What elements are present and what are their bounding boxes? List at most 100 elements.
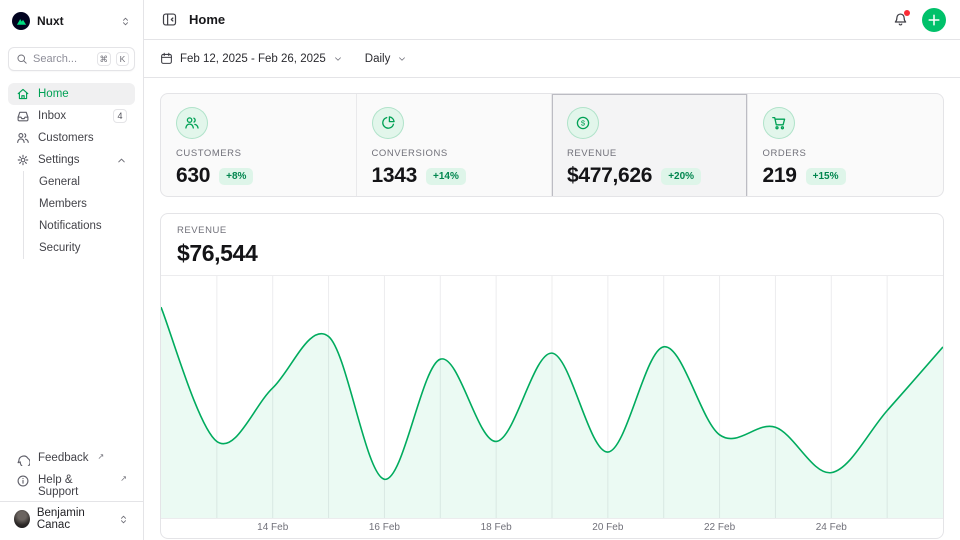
sidebar-item-security[interactable]: Security <box>24 237 135 259</box>
filters-toolbar: Feb 12, 2025 - Feb 26, 2025 Daily <box>144 40 960 78</box>
sidebar-item-label: Customers <box>38 132 94 144</box>
stat-card-customers[interactable]: CUSTOMERS 630 +8% <box>161 94 357 197</box>
gear-icon <box>16 153 30 167</box>
plus-icon <box>928 14 940 26</box>
stat-value: 219 <box>763 164 797 188</box>
interval-select[interactable]: Daily <box>365 53 408 65</box>
footer-link-label: Help & Support <box>38 474 111 498</box>
sidebar-item-inbox[interactable]: Inbox 4 <box>8 105 135 127</box>
x-tick-label: 14 Feb <box>257 522 288 533</box>
nuxt-logo-icon <box>12 12 30 30</box>
sidebar-item-label: Settings <box>38 154 80 166</box>
stat-value: $477,626 <box>567 164 652 188</box>
revenue-chart-card: REVENUE $76,544 14 Feb 16 Feb 18 Feb 20 Feb… <box>160 213 944 539</box>
sidebar: Nuxt ⌘ K Home <box>0 0 144 540</box>
chart-header: REVENUE $76,544 <box>161 214 943 275</box>
stats-row: CUSTOMERS 630 +8% CONVERSIONS <box>160 93 944 197</box>
x-tick-label: 20 Feb <box>592 522 623 533</box>
kbd-k: K <box>116 52 129 66</box>
chevron-down-icon <box>333 54 343 64</box>
arrow-up-right-icon: ↗ <box>98 453 105 461</box>
stat-label: CONVERSIONS <box>372 148 537 159</box>
x-tick-label: 22 Feb <box>704 522 735 533</box>
currency-dollar-icon: $ <box>567 107 599 139</box>
svg-text:$: $ <box>581 119 586 128</box>
notifications-button[interactable] <box>891 10 910 29</box>
users-icon <box>16 131 30 145</box>
sidebar-item-customers[interactable]: Customers <box>8 127 135 149</box>
user-name: Benjamin Canac <box>37 507 111 531</box>
info-circle-icon <box>16 474 30 488</box>
sidebar-collapse-button[interactable] <box>160 10 179 29</box>
chevron-down-icon <box>397 54 407 64</box>
help-support-link[interactable]: Help & Support ↗ <box>8 471 135 493</box>
sidebar-divider <box>0 501 143 502</box>
sub-item-label: Members <box>39 198 87 210</box>
sidebar-item-home[interactable]: Home <box>8 83 135 105</box>
sidebar-item-label: Home <box>38 88 69 100</box>
team-name: Nuxt <box>37 14 64 28</box>
revenue-chart-plot[interactable] <box>161 275 943 519</box>
stat-card-revenue[interactable]: $ REVENUE $477,626 +20% <box>552 94 748 197</box>
stat-value: 1343 <box>372 164 418 188</box>
sub-item-label: General <box>39 176 80 188</box>
sidebar-item-label: Inbox <box>38 110 66 122</box>
house-icon <box>16 87 30 101</box>
x-tick-label: 24 Feb <box>816 522 847 533</box>
page-header: Home <box>144 0 960 40</box>
sidebar-item-settings[interactable]: Settings <box>8 149 135 171</box>
avatar <box>14 510 30 528</box>
chevron-up-icon <box>116 155 127 166</box>
calendar-icon <box>160 52 173 65</box>
chart-pie-icon <box>372 107 404 139</box>
search-input[interactable] <box>33 53 92 65</box>
stat-label: ORDERS <box>763 148 929 159</box>
stat-delta-badge: +20% <box>661 168 701 185</box>
stat-delta-badge: +15% <box>806 168 846 185</box>
x-tick-label: 16 Feb <box>369 522 400 533</box>
footer-link-label: Feedback <box>38 452 89 464</box>
interval-value: Daily <box>365 53 391 65</box>
chart-x-axis: 14 Feb 16 Feb 18 Feb 20 Feb 22 Feb 24 Feb <box>161 519 943 538</box>
stat-card-conversions[interactable]: CONVERSIONS 1343 +14% <box>357 94 553 197</box>
sidebar-item-notifications[interactable]: Notifications <box>24 215 135 237</box>
stat-card-orders[interactable]: ORDERS 219 +15% <box>748 94 944 197</box>
date-range-picker[interactable]: Feb 12, 2025 - Feb 26, 2025 <box>160 52 343 65</box>
page-title: Home <box>189 12 225 27</box>
search-box[interactable]: ⌘ K <box>8 47 135 71</box>
sub-item-label: Notifications <box>39 220 102 232</box>
chevron-up-down-icon <box>120 15 131 28</box>
kbd-command: ⌘ <box>97 52 112 66</box>
team-switcher[interactable]: Nuxt <box>8 10 135 32</box>
search-icon <box>16 53 28 65</box>
sidebar-nav: Home Inbox 4 Customers <box>8 83 135 259</box>
inbox-count-badge: 4 <box>113 109 127 123</box>
stat-delta-badge: +8% <box>219 168 253 185</box>
users-icon <box>176 107 208 139</box>
sidebar-item-general[interactable]: General <box>24 171 135 193</box>
speech-bubble-icon <box>16 452 30 466</box>
main-panel: Home <box>144 0 960 540</box>
arrow-up-right-icon: ↗ <box>120 475 127 483</box>
user-menu[interactable]: Benjamin Canac <box>8 506 135 532</box>
x-tick-label: 18 Feb <box>481 522 512 533</box>
shopping-cart-icon <box>763 107 795 139</box>
feedback-link[interactable]: Feedback ↗ <box>8 449 135 471</box>
stat-label: REVENUE <box>567 148 732 159</box>
stat-value: 630 <box>176 164 210 188</box>
notification-dot <box>904 10 910 16</box>
sidebar-item-members[interactable]: Members <box>24 193 135 215</box>
sub-item-label: Security <box>39 242 81 254</box>
date-range-value: Feb 12, 2025 - Feb 26, 2025 <box>180 53 326 65</box>
chart-metric-value: $76,544 <box>177 240 927 267</box>
chevron-up-down-icon <box>118 513 129 526</box>
content-area: CUSTOMERS 630 +8% CONVERSIONS <box>144 78 960 540</box>
revenue-chart-svg <box>161 276 943 518</box>
dashboard-app: Nuxt ⌘ K Home <box>0 0 960 540</box>
add-button[interactable] <box>922 8 946 32</box>
settings-sub-list: General Members Notifications Security <box>23 171 135 259</box>
stat-delta-badge: +14% <box>426 168 466 185</box>
chart-metric-label: REVENUE <box>177 225 927 236</box>
panel-collapse-icon <box>162 12 177 27</box>
inbox-icon <box>16 109 30 123</box>
